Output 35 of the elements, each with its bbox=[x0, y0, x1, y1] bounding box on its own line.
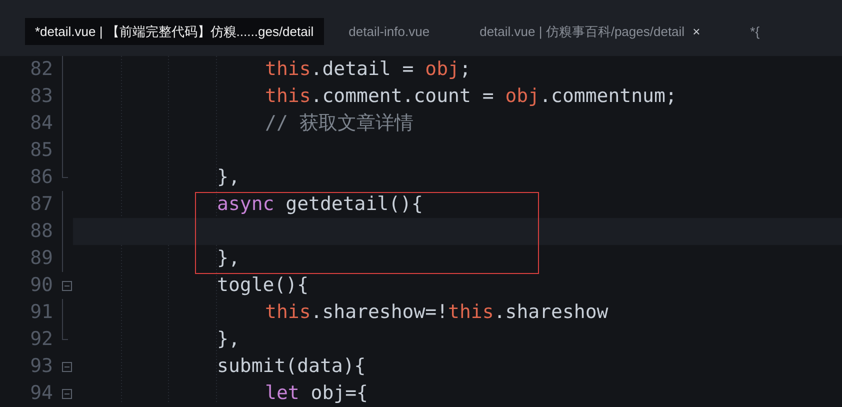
line-number: 88 bbox=[29, 219, 53, 244]
line-number: 82 bbox=[29, 57, 53, 82]
code-line: submit(data){ bbox=[217, 354, 366, 379]
line-number: 91 bbox=[29, 300, 53, 325]
line-number: 86 bbox=[29, 165, 53, 190]
line-number: 85 bbox=[29, 138, 53, 163]
line-number: 90 bbox=[29, 273, 53, 298]
code-line: }, bbox=[217, 246, 240, 271]
code-line: this.shareshow=!this.shareshow bbox=[265, 300, 608, 325]
code-line: // 获取文章详情 bbox=[265, 111, 414, 136]
line-number: 89 bbox=[29, 246, 53, 271]
code-line: this.comment.count = obj.commentnum; bbox=[265, 84, 677, 109]
editor-tab[interactable]: detail.vue | 仿糗事百科/pages/detail × bbox=[454, 18, 710, 45]
line-number: 84 bbox=[29, 111, 53, 136]
line-number: 93 bbox=[29, 354, 53, 379]
editor-tab[interactable]: detail-info.vue bbox=[324, 18, 440, 45]
line-number: 87 bbox=[29, 192, 53, 217]
fold-collapse-icon[interactable] bbox=[62, 280, 72, 290]
code-line: this.detail = obj; bbox=[265, 57, 471, 82]
fold-collapse-icon[interactable] bbox=[62, 362, 72, 372]
line-number: 83 bbox=[29, 84, 53, 109]
line-number: 92 bbox=[29, 327, 53, 352]
code-line: togle(){ bbox=[217, 273, 309, 298]
code-line: }, bbox=[217, 165, 240, 190]
code-line: let obj={ bbox=[265, 381, 368, 406]
editor-tab[interactable]: *detail.vue | 【前端完整代码】仿糗......ges/detail bbox=[25, 18, 324, 45]
close-icon[interactable]: × bbox=[692, 24, 700, 39]
line-number: 94 bbox=[29, 381, 53, 406]
editor-tab[interactable]: *{ bbox=[725, 18, 770, 45]
code-line: async getdetail(){ bbox=[217, 192, 423, 217]
fold-end-marker bbox=[62, 164, 68, 178]
fold-end-marker bbox=[62, 326, 68, 340]
fold-collapse-icon[interactable] bbox=[62, 388, 72, 398]
code-line: }, bbox=[217, 327, 240, 352]
fold-guide-line bbox=[62, 299, 63, 326]
